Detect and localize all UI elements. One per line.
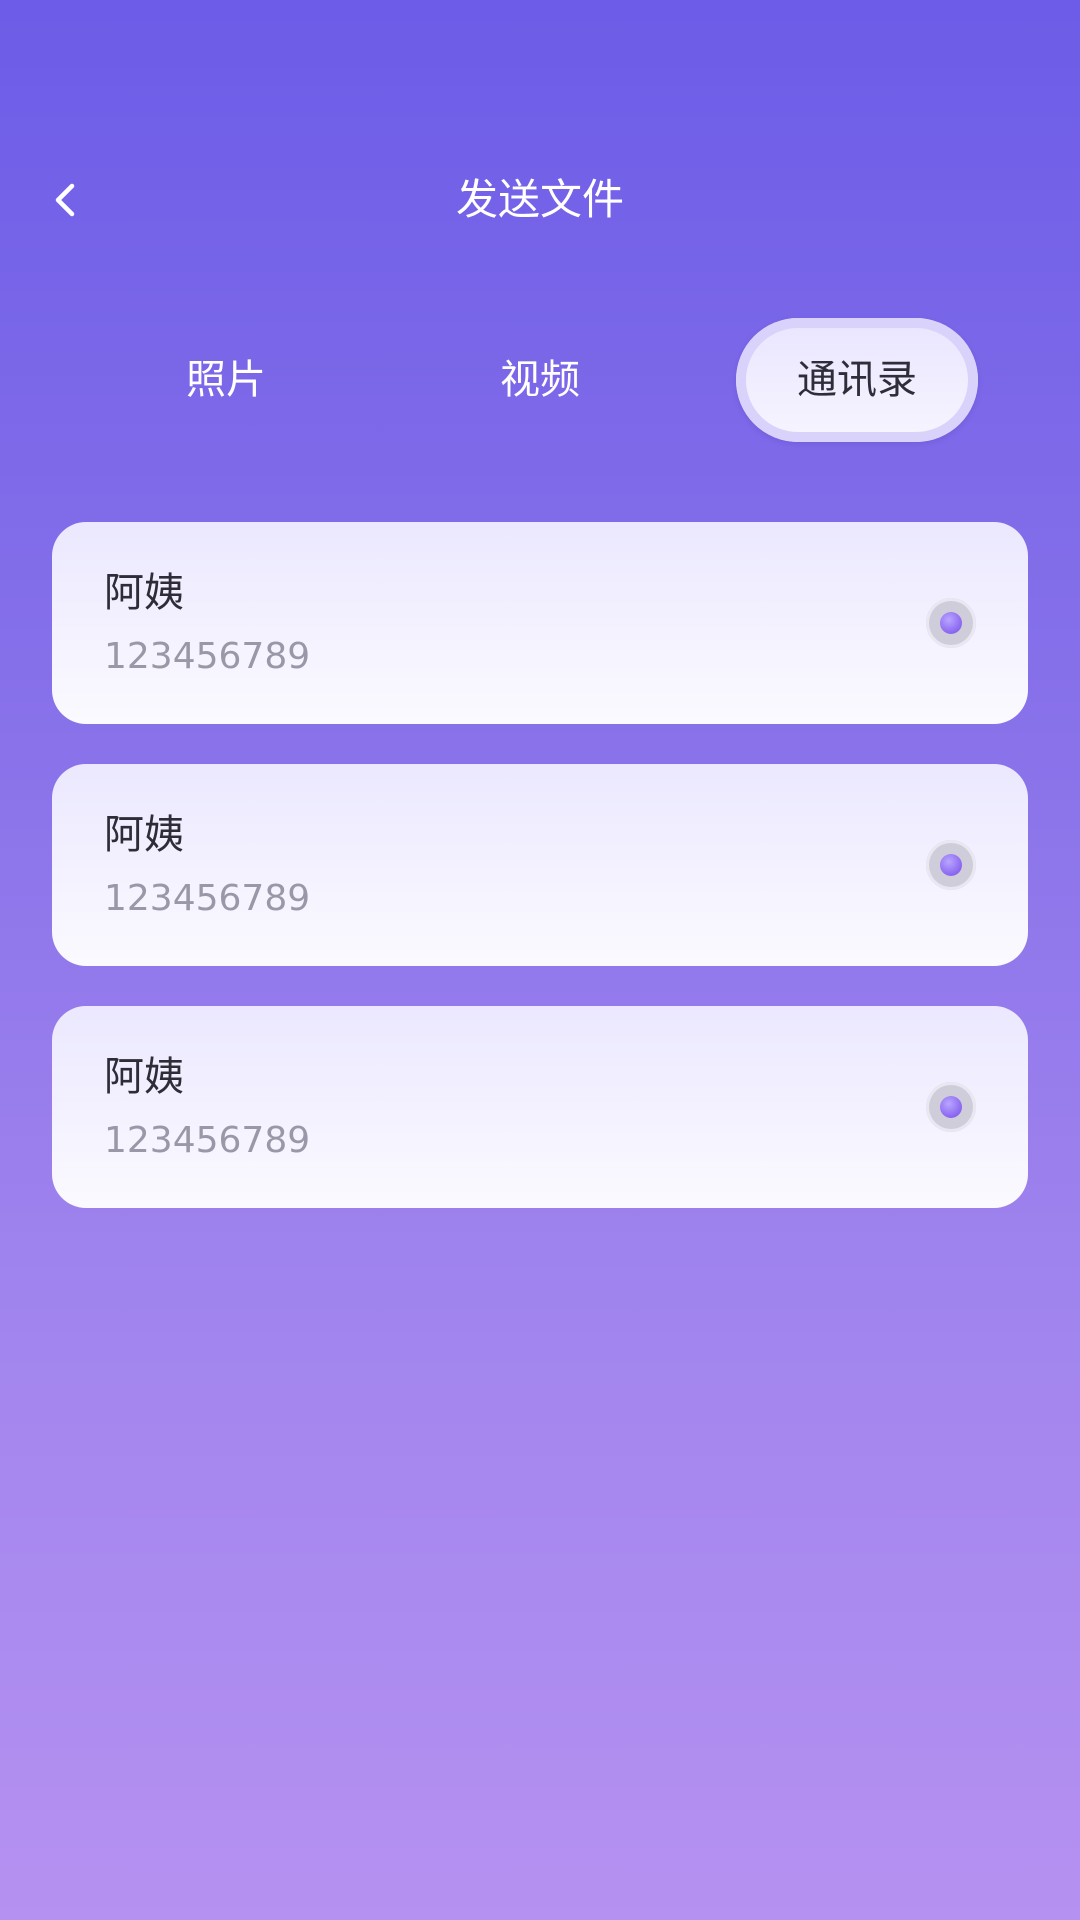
contact-card[interactable]: 阿姨 123456789 [52,522,1028,724]
tab-contacts[interactable]: 通讯录 [736,318,978,442]
radio-dot-icon [940,1096,962,1118]
page-title: 发送文件 [455,175,624,224]
tab-bar: 照片 视频 通讯录 [0,318,1080,442]
tab-photos[interactable]: 照片 [126,318,326,442]
select-radio[interactable] [926,840,976,890]
select-radio[interactable] [926,598,976,648]
contact-card[interactable]: 阿姨 123456789 [52,764,1028,966]
contact-name: 阿姨 [104,570,184,616]
contact-phone: 123456789 [104,1120,311,1161]
radio-dot-icon [940,612,962,634]
tab-videos[interactable]: 视频 [440,318,640,442]
contact-name: 阿姨 [104,1054,184,1100]
contact-phone: 123456789 [104,636,311,677]
contact-phone: 123456789 [104,878,311,919]
contact-name: 阿姨 [104,812,184,858]
contact-list: 阿姨 123456789 阿姨 123456789 阿姨 123456789 [52,522,1028,1248]
header-bar: 发送文件 [0,150,1080,250]
contact-card[interactable]: 阿姨 123456789 [52,1006,1028,1208]
radio-dot-icon [940,854,962,876]
select-radio[interactable] [926,1082,976,1132]
